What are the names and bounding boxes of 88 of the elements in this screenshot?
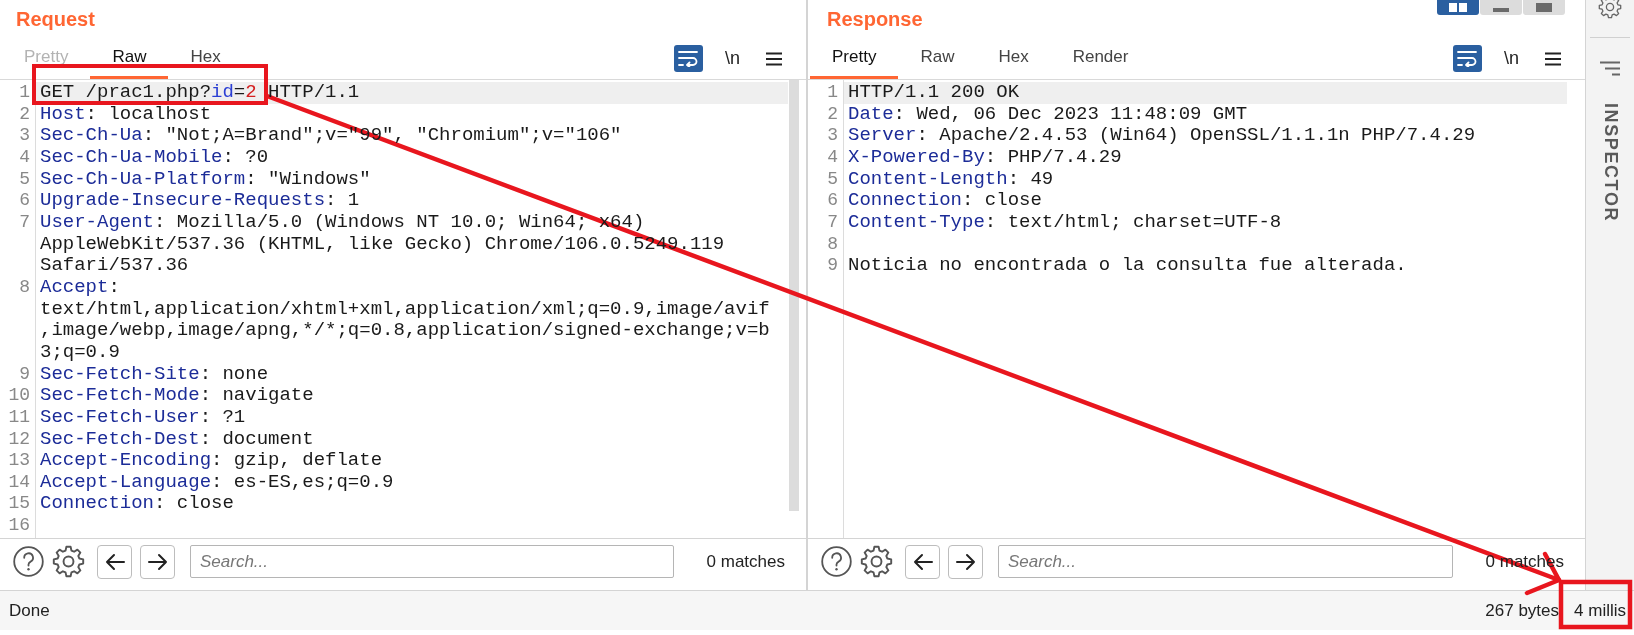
code-line: Host: localhost: [39, 103, 213, 126]
code-line: Connection: close: [39, 493, 235, 516]
line-number: 3: [827, 125, 838, 147]
line-number: 5: [19, 168, 30, 191]
line-number: 14: [8, 471, 30, 494]
status-message: Done: [9, 600, 50, 621]
code-line: Accept: text/html,application/xhtml+xml,application/xml;q=0.9,image/avif ,image/webp,image/apng,*/*;q=0.8,application/signed-exchange;v=b 3;q=0.9: [39, 276, 771, 364]
code-line: Noticia no encontrada o la consulta fue alterada.: [847, 255, 1408, 277]
line-number: 10: [8, 385, 30, 407]
line-number: 3: [19, 125, 30, 147]
word-wrap-button[interactable]: [1453, 45, 1482, 72]
view-mode-button[interactable]: [1437, 0, 1479, 15]
single-pane-icon: [1536, 3, 1552, 12]
scrollbar[interactable]: [789, 80, 799, 511]
code-line: X-Powered-By: PHP/7.4.29: [847, 146, 1123, 169]
line-number: 4: [827, 146, 838, 169]
line-number: 5: [827, 168, 838, 191]
columns-icon: [1449, 3, 1467, 12]
help-icon[interactable]: [13, 546, 44, 577]
line-number: 15: [8, 493, 30, 516]
line-number: 2: [827, 103, 838, 126]
view-mode-button[interactable]: [1480, 0, 1522, 15]
code-line: Sec-Ch-Ua-Mobile: ?0: [39, 146, 270, 169]
right-arrow-icon: [147, 552, 168, 571]
tab[interactable]: Raw: [898, 38, 977, 79]
settings-icon[interactable]: [860, 545, 893, 578]
previous-match-button[interactable]: [905, 544, 940, 579]
line-number: 7: [19, 211, 30, 234]
wrap-icon: [1457, 50, 1478, 67]
line-number: 9: [19, 363, 30, 386]
line-number: 6: [827, 190, 838, 212]
panel-title: Request: [16, 7, 95, 31]
code-line: Connection: close: [847, 190, 1043, 212]
response-size: 267 bytes: [1485, 600, 1560, 621]
panel-title: Response: [827, 7, 923, 31]
wrap-icon: [678, 50, 699, 67]
next-match-button[interactable]: [948, 544, 983, 579]
settings-icon[interactable]: [1598, 0, 1622, 19]
lines-icon[interactable]: [1598, 61, 1622, 76]
search-field[interactable]: Search...: [190, 545, 674, 578]
menu-icon[interactable]: [766, 51, 782, 66]
menu-icon[interactable]: [1545, 51, 1561, 66]
line-number: 2: [19, 103, 30, 126]
code-line: Upgrade-Insecure-Requests: 1: [39, 190, 361, 212]
tab[interactable]: Pretty: [810, 38, 899, 79]
tab[interactable]: Hex: [976, 38, 1051, 79]
match-count: 0 matches: [706, 551, 785, 572]
line-number: 1: [827, 82, 838, 104]
left-arrow-icon: [912, 552, 933, 571]
inspector-tab[interactable]: INSPECTOR: [1599, 103, 1621, 223]
line-number: 7: [827, 211, 838, 234]
line-number: 16: [8, 515, 30, 537]
previous-match-button[interactable]: [97, 544, 132, 579]
code-line: Accept-Language: es-ES,es;q=0.9: [39, 471, 395, 494]
word-wrap-button[interactable]: [674, 45, 703, 72]
tab[interactable]: Render: [1050, 38, 1151, 79]
code-line: Date: Wed, 06 Dec 2023 11:48:09 GMT: [847, 103, 1249, 126]
line-number: 13: [8, 450, 30, 472]
code-line: Content-Length: 49: [847, 168, 1055, 191]
line-number: 6: [19, 190, 30, 212]
settings-icon[interactable]: [52, 545, 85, 578]
line-number: 8: [827, 233, 838, 256]
response-time: 4 millis: [1574, 600, 1626, 621]
line-number: 9: [827, 255, 838, 277]
newline-button[interactable]: \n: [725, 48, 740, 69]
left-arrow-icon: [104, 552, 125, 571]
line-number: 12: [8, 428, 30, 451]
line-number: 11: [8, 406, 30, 429]
help-icon[interactable]: [821, 546, 852, 577]
line-number: 8: [19, 276, 30, 299]
view-mode-button[interactable]: [1523, 0, 1565, 15]
code-line: Sec-Fetch-Site: none: [39, 363, 270, 386]
code-line: Sec-Ch-Ua-Platform: "Windows": [39, 168, 372, 191]
code-line: Sec-Fetch-Mode: navigate: [39, 385, 315, 407]
newline-button[interactable]: \n: [1504, 48, 1519, 69]
line-number: 1: [19, 82, 30, 104]
tab[interactable]: Raw: [90, 38, 169, 79]
code-line: Content-Type: text/html; charset=UTF-8: [847, 211, 1283, 234]
code-line: Sec-Fetch-Dest: document: [39, 428, 315, 451]
right-arrow-icon: [955, 552, 976, 571]
search-field[interactable]: Search...: [998, 545, 1453, 578]
line-number: 4: [19, 146, 30, 169]
code-line: Server: Apache/2.4.53 (Win64) OpenSSL/1.1.1n PHP/7.4.29: [847, 125, 1477, 147]
code-line: Sec-Fetch-User: ?1: [39, 406, 247, 429]
tab[interactable]: Hex: [168, 38, 243, 79]
code-line: Accept-Encoding: gzip, deflate: [39, 450, 384, 472]
next-match-button[interactable]: [140, 544, 175, 579]
rows-icon: [1493, 8, 1509, 12]
